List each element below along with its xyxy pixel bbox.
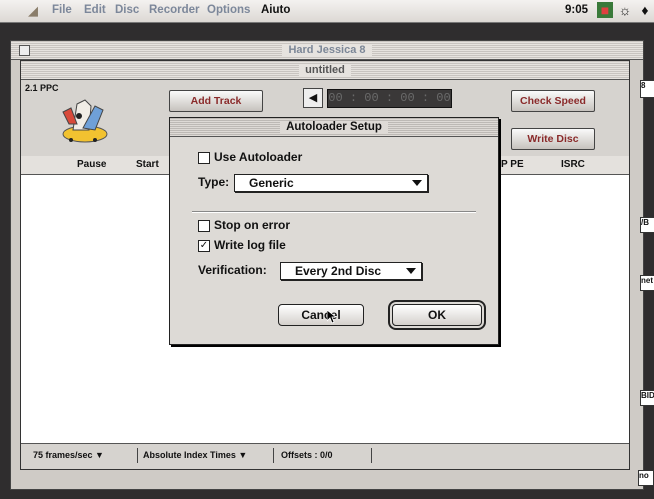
write-disc-button[interactable]: Write Disc [511, 128, 595, 150]
type-label: Type: [198, 175, 230, 189]
menu-disc[interactable]: Disc [115, 4, 139, 16]
menu-recorder[interactable]: Recorder [149, 4, 200, 16]
column-ppe[interactable]: P PE [501, 159, 524, 170]
write-log-label[interactable]: Write log file [214, 238, 286, 252]
dialog-title: Autoloader Setup [280, 121, 388, 133]
menubar: ◢ File Edit Disc Recorder Options Aiuto … [0, 0, 654, 23]
verification-popup-value: Every 2nd Disc [295, 264, 382, 278]
side-label-2: /B [640, 217, 654, 233]
divider [192, 211, 476, 213]
ok-button[interactable]: OK [392, 304, 482, 326]
chevron-down-icon [406, 268, 416, 274]
type-popup[interactable]: Generic [234, 174, 428, 192]
time-display: 00 : 00 : 00 : 00 [327, 89, 452, 108]
verification-label: Verification: [198, 263, 267, 277]
stop-on-error-label[interactable]: Stop on error [214, 218, 290, 232]
menu-aiuto[interactable]: Aiuto [261, 4, 290, 16]
frames-popup[interactable]: 75 frames/sec ▼ [29, 448, 138, 463]
frames-popup-label: 75 frames/sec [33, 450, 93, 460]
column-start[interactable]: Start [136, 159, 159, 170]
close-box-icon[interactable] [19, 45, 30, 56]
stop-on-error-checkbox[interactable] [198, 220, 210, 232]
dialog-titlebar[interactable]: Autoloader Setup [170, 118, 498, 137]
menubar-clock: 9:05 [565, 4, 589, 16]
apple-icon[interactable]: ◢ [28, 3, 38, 19]
type-popup-value: Generic [249, 176, 294, 190]
check-speed-button[interactable]: Check Speed [511, 90, 595, 112]
index-times-popup-label: Absolute Index Times [143, 450, 236, 460]
main-window-title: untitled [299, 64, 351, 76]
app-icon[interactable]: ■ [597, 2, 613, 18]
add-track-button[interactable]: Add Track [169, 90, 263, 112]
side-label-5: no [638, 470, 654, 486]
status-bar: 75 frames/sec ▼ Absolute Index Times ▼ O… [21, 443, 629, 469]
verification-popup[interactable]: Every 2nd Disc [280, 262, 422, 280]
monitor-icon[interactable]: ☼ [617, 2, 633, 18]
use-autoloader-label[interactable]: Use Autoloader [214, 150, 302, 164]
version-label: 2.1 PPC [25, 83, 59, 93]
menu-edit[interactable]: Edit [84, 4, 106, 16]
main-window-titlebar[interactable]: untitled [21, 61, 629, 80]
side-label-4: BID [640, 390, 654, 406]
side-label-1: 8 [640, 80, 654, 98]
speaker-icon[interactable]: ◀ [303, 88, 323, 108]
cancel-button[interactable]: Cancel [278, 304, 364, 326]
use-autoloader-checkbox[interactable] [198, 152, 210, 164]
write-log-checkbox[interactable]: ✓ [198, 240, 210, 252]
offsets-label: Offsets : 0/0 [277, 448, 372, 463]
column-pause[interactable]: Pause [77, 159, 106, 170]
app-switcher-icon[interactable]: ♦ [637, 2, 653, 18]
column-isrc[interactable]: ISRC [561, 159, 585, 170]
toast-logo-icon [62, 99, 108, 143]
background-window-title: Hard Jessica 8 [282, 44, 372, 56]
background-window-titlebar[interactable]: Hard Jessica 8 [11, 41, 643, 60]
menu-options[interactable]: Options [207, 4, 250, 16]
cursor-icon [327, 310, 337, 324]
chevron-down-icon [412, 180, 422, 186]
side-label-3: net [640, 275, 654, 291]
menu-file[interactable]: File [52, 4, 72, 16]
index-times-popup[interactable]: Absolute Index Times ▼ [139, 448, 274, 463]
